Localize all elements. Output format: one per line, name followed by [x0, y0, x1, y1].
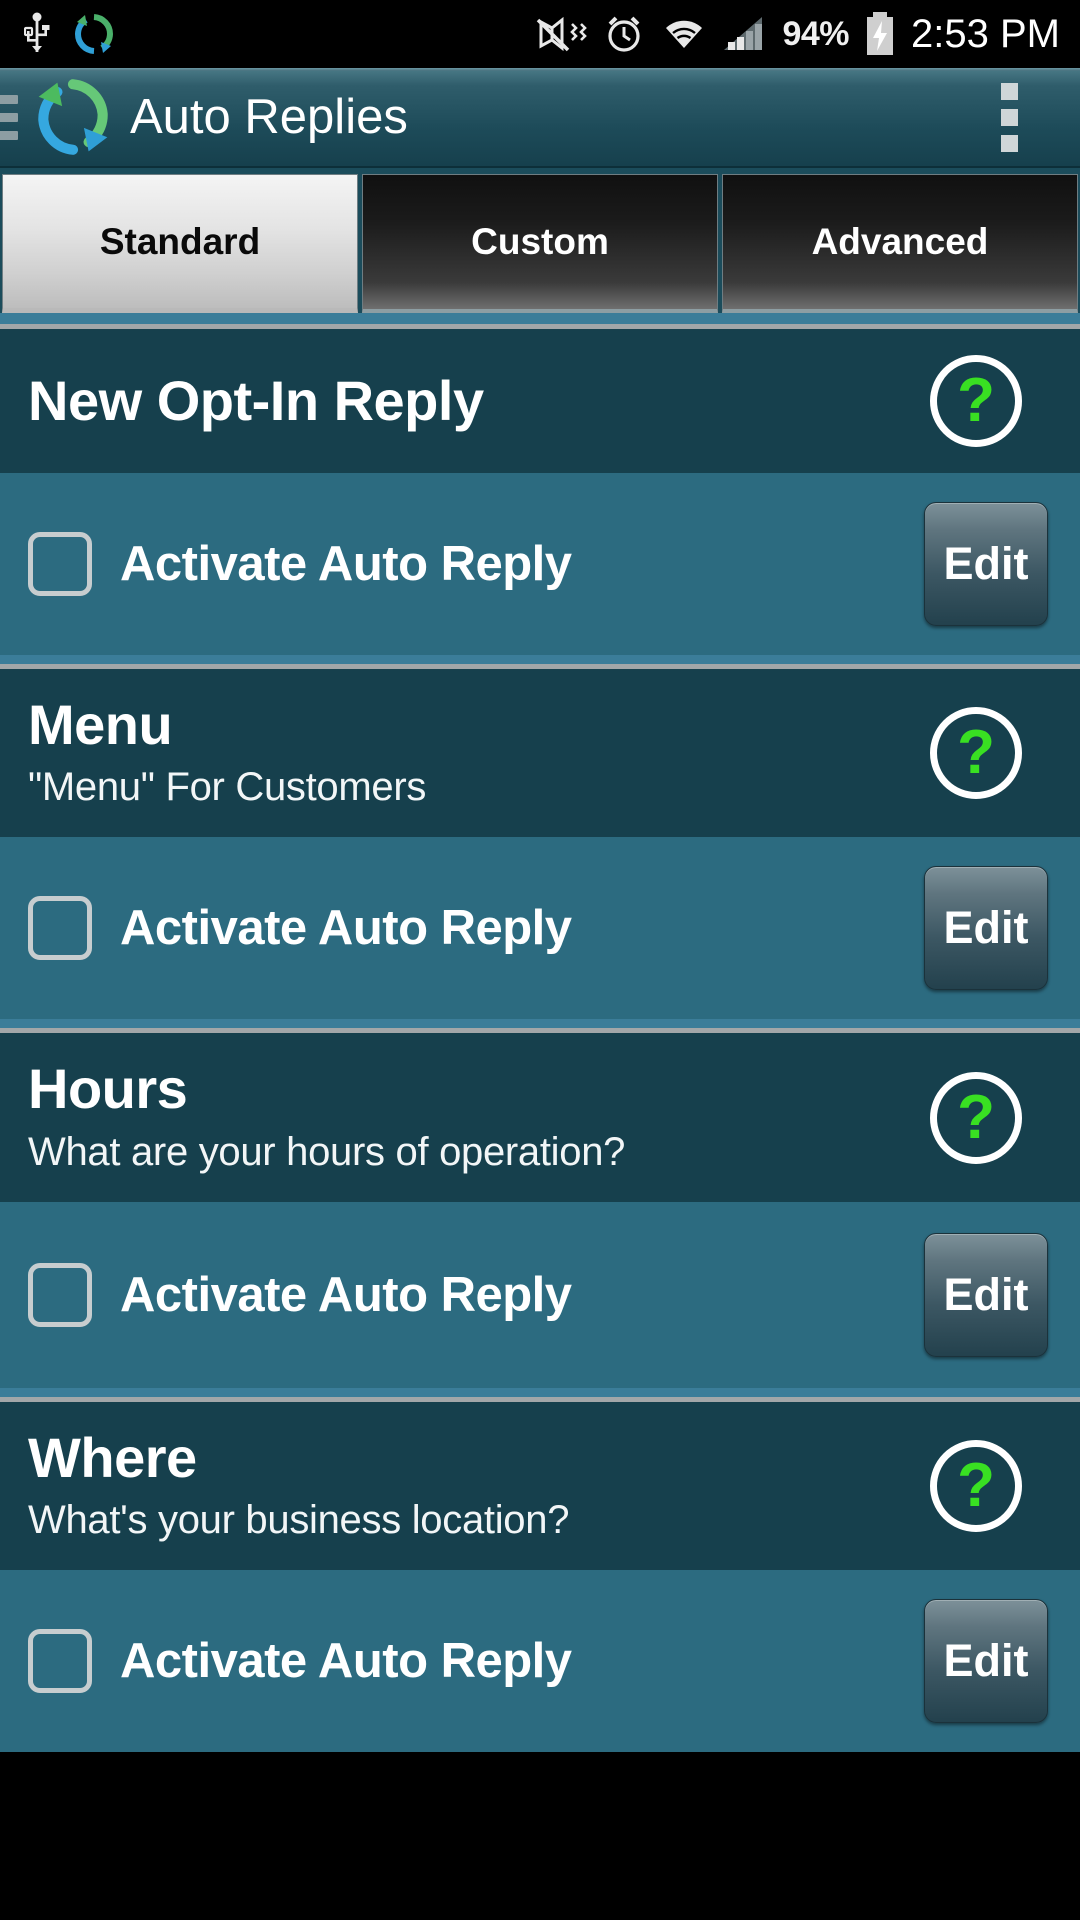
- auto-reply-list: New Opt-In Reply ? Activate Auto Reply E…: [0, 313, 1080, 1753]
- list-separator: [0, 1019, 1080, 1034]
- action-bar: Auto Replies: [0, 68, 1080, 168]
- clock-label: 2:53 PM: [911, 11, 1060, 56]
- tab-standard[interactable]: Standard: [2, 174, 358, 313]
- activate-auto-reply-label: Activate Auto Reply: [120, 1267, 572, 1322]
- card-body-where: Activate Auto Reply Edit: [0, 1570, 1080, 1753]
- help-icon-glyph: ?: [957, 366, 995, 435]
- list-separator: [0, 313, 1080, 329]
- list-item: Menu "Menu" For Customers ? Activate Aut…: [0, 669, 1080, 1020]
- edit-button[interactable]: Edit: [924, 502, 1048, 626]
- card-subtitle: What's your business location?: [28, 1498, 570, 1543]
- tab-bar: Standard Custom Advanced: [0, 168, 1080, 313]
- help-icon[interactable]: ?: [930, 355, 1022, 447]
- edit-button-label: Edit: [943, 538, 1029, 589]
- card-header-menu: Menu "Menu" For Customers ?: [0, 669, 1080, 838]
- overflow-menu-icon[interactable]: [1001, 82, 1018, 152]
- help-icon-glyph: ?: [957, 718, 995, 788]
- edit-button-label: Edit: [943, 1268, 1029, 1320]
- activate-auto-reply-label: Activate Auto Reply: [120, 537, 572, 591]
- usb-icon: [24, 12, 50, 52]
- help-icon-glyph: ?: [957, 1082, 995, 1152]
- help-icon-glyph: ?: [957, 1451, 995, 1521]
- card-title: Where: [28, 1425, 197, 1489]
- hamburger-menu-icon[interactable]: [0, 94, 18, 140]
- activate-auto-reply-checkbox[interactable]: [28, 1262, 92, 1327]
- card-header-texts: Menu "Menu" For Customers: [28, 693, 930, 811]
- card-body-new-opt-in-reply: Activate Auto Reply Edit: [0, 473, 1080, 655]
- tab-custom-label: Custom: [471, 221, 609, 262]
- list-separator: [0, 655, 1080, 669]
- tab-custom[interactable]: Custom: [362, 174, 718, 313]
- vibrate-off-icon: [537, 16, 588, 52]
- battery-percent-label: 94%: [782, 14, 850, 53]
- card-header-hours: Hours What are your hours of operation? …: [0, 1033, 1080, 1202]
- card-header-texts: Where What's your business location?: [28, 1425, 930, 1544]
- card-body-hours: Activate Auto Reply Edit: [0, 1201, 1080, 1388]
- edit-button-label: Edit: [943, 902, 1029, 954]
- auto-reply-logo-icon: [38, 79, 108, 155]
- card-header-texts: Hours What are your hours of operation?: [28, 1057, 930, 1175]
- status-bar-left-icons: [0, 12, 116, 56]
- list-item: Where What's your business location? ? A…: [0, 1401, 1080, 1753]
- activate-auto-reply-checkbox[interactable]: [28, 896, 92, 961]
- edit-button-label: Edit: [943, 1635, 1029, 1687]
- signal-icon: [724, 17, 763, 50]
- tab-advanced-label: Advanced: [811, 221, 989, 262]
- card-title: Menu: [28, 693, 173, 756]
- help-icon[interactable]: ?: [930, 1440, 1022, 1533]
- card-header-texts: New Opt-In Reply: [28, 368, 930, 432]
- edit-button[interactable]: Edit: [924, 1232, 1048, 1357]
- card-subtitle: What are your hours of operation?: [28, 1129, 626, 1174]
- sync-app-icon: [74, 14, 114, 54]
- tab-advanced[interactable]: Advanced: [722, 174, 1078, 313]
- battery-charging-icon: [867, 12, 894, 55]
- wifi-icon: [666, 20, 703, 48]
- status-bar-right-icons: 94% 2:53 PM: [532, 11, 1080, 57]
- activate-auto-reply-label: Activate Auto Reply: [120, 901, 572, 956]
- activate-auto-reply-checkbox[interactable]: [28, 532, 92, 596]
- alarm-icon: [608, 16, 641, 52]
- help-icon[interactable]: ?: [930, 1071, 1022, 1164]
- card-title: New Opt-In Reply: [28, 368, 484, 432]
- list-item: Hours What are your hours of operation? …: [0, 1033, 1080, 1388]
- card-header-where: Where What's your business location? ?: [0, 1401, 1080, 1571]
- card-header-new-opt-in-reply: New Opt-In Reply ?: [0, 329, 1080, 473]
- card-subtitle: "Menu" For Customers: [28, 765, 427, 810]
- tab-standard-label: Standard: [99, 220, 261, 262]
- card-title: Hours: [28, 1057, 188, 1121]
- edit-button[interactable]: Edit: [924, 1599, 1048, 1724]
- page-title: Auto Replies: [130, 90, 408, 144]
- activate-auto-reply-checkbox[interactable]: [28, 1629, 92, 1694]
- list-item: New Opt-In Reply ? Activate Auto Reply E…: [0, 329, 1080, 655]
- edit-button[interactable]: Edit: [924, 866, 1048, 991]
- status-bar: 94% 2:53 PM: [0, 0, 1080, 68]
- help-icon[interactable]: ?: [930, 707, 1022, 800]
- list-separator: [0, 1387, 1080, 1402]
- activate-auto-reply-label: Activate Auto Reply: [120, 1634, 572, 1689]
- card-body-menu: Activate Auto Reply Edit: [0, 837, 1080, 1020]
